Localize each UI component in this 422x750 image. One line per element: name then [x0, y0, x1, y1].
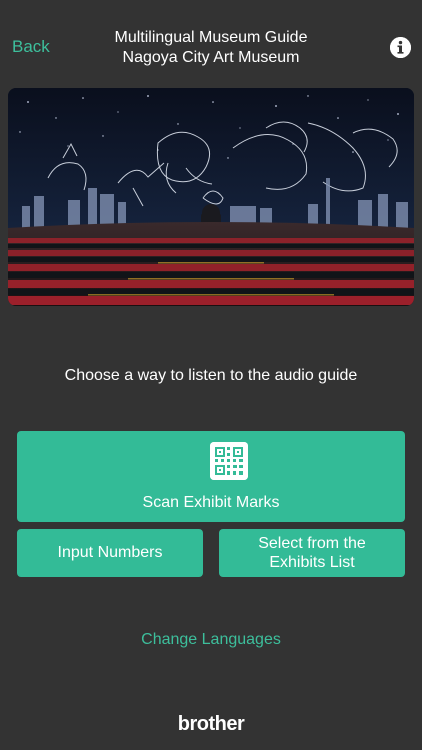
title-line-2: Nagoya City Art Museum: [122, 49, 300, 66]
input-numbers-button[interactable]: Input Numbers: [17, 529, 203, 577]
back-button[interactable]: Back: [12, 37, 50, 57]
input-numbers-label: Input Numbers: [57, 544, 163, 561]
info-icon[interactable]: [390, 37, 411, 58]
change-languages-link[interactable]: Change Languages: [0, 630, 422, 650]
navigation-bar: Back Multilingual Museum Guide Nagoya Ci…: [0, 0, 422, 80]
app-screen: Back Multilingual Museum Guide Nagoya Ci…: [0, 0, 422, 750]
planetarium-hero-image: [8, 88, 414, 306]
qr-code-icon: [210, 442, 248, 480]
exhibits-list-label: Select from the Exhibits List: [258, 535, 366, 571]
page-title: Multilingual Museum Guide Nagoya City Ar…: [80, 28, 342, 68]
instruction-text: Choose a way to listen to the audio guid…: [64, 367, 358, 384]
exhibits-list-button[interactable]: Select from the Exhibits List: [219, 529, 405, 577]
scan-button-label: Scan Exhibit Marks: [142, 494, 280, 511]
title-line-1: Multilingual Museum Guide: [114, 29, 308, 46]
scan-exhibit-marks-button[interactable]: Scan Exhibit Marks: [17, 431, 405, 522]
brother-logo: brother: [177, 713, 245, 735]
